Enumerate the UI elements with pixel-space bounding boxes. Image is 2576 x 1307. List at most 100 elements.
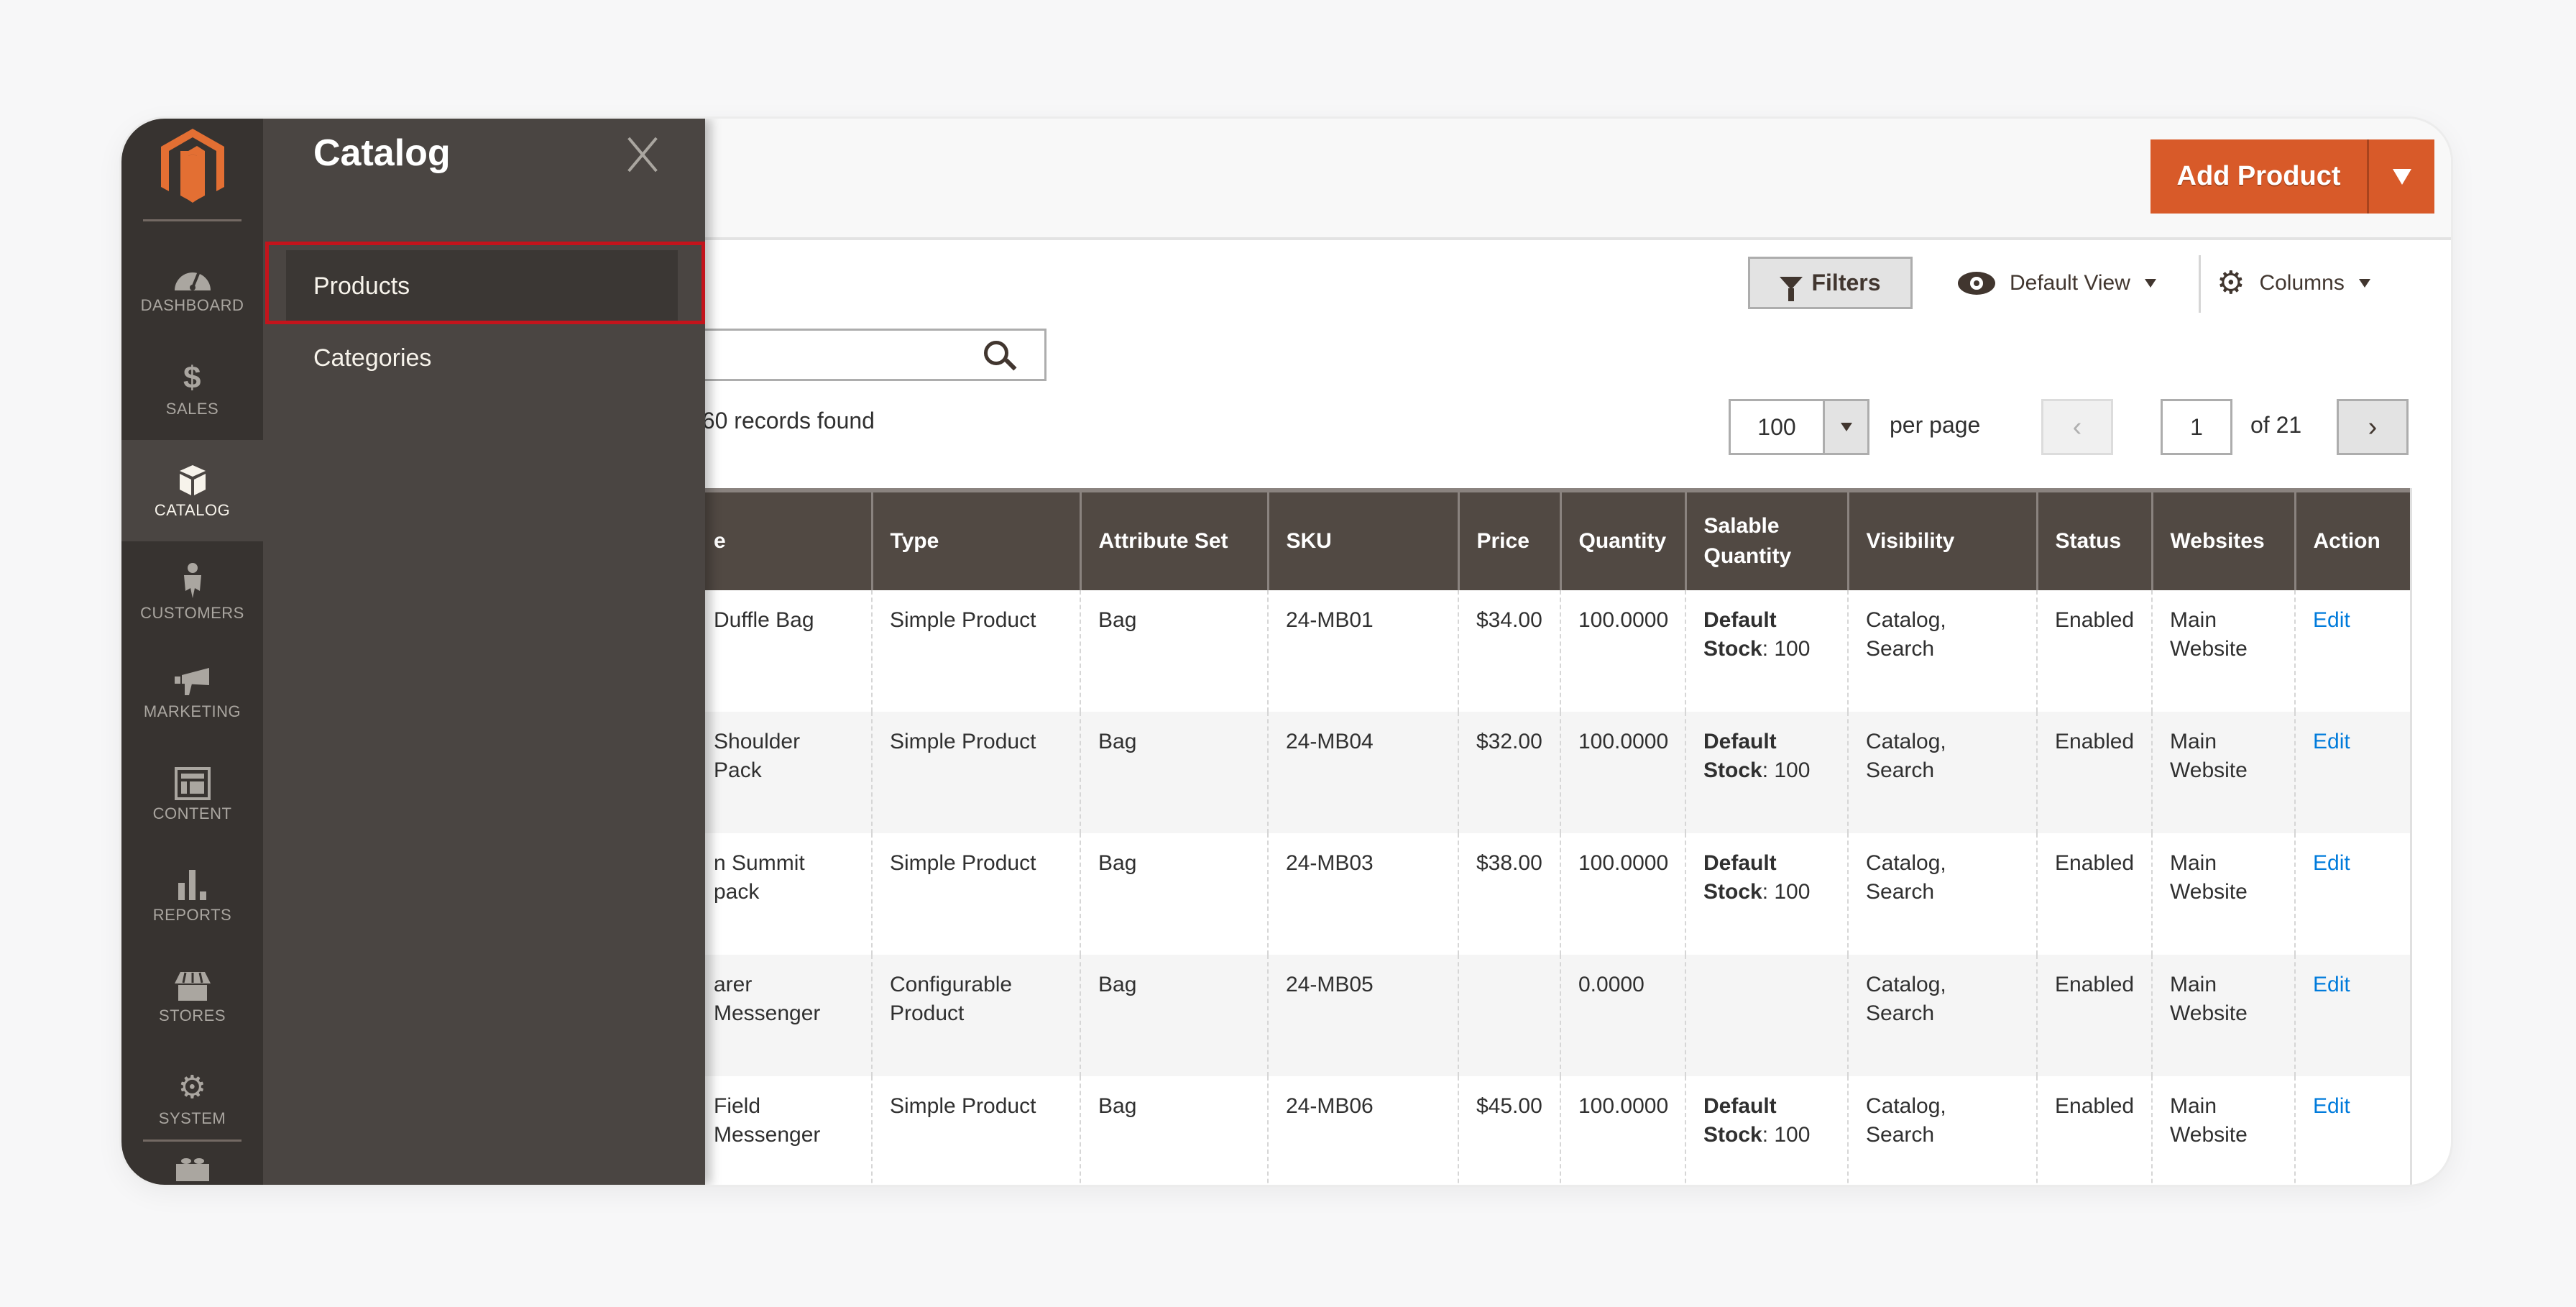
column-header-type[interactable]: Type [870,488,1080,590]
search-icon[interactable] [984,341,1017,372]
cell-quantity: 100.0000 [1560,1076,1685,1185]
columns-dropdown[interactable]: ⚙ Columns [2217,257,2370,309]
cell-attribute-set: Bag [1080,712,1268,833]
cell-sku: 24-MB01 [1267,590,1458,712]
table-row[interactable]: Field Messenger Simple Product Bag 24-MB… [696,1076,2410,1185]
cell-price: $32.00 [1458,712,1560,833]
edit-link[interactable]: Edit [2313,1094,2350,1118]
cell-salable-quantity: Default Stock: 100 [1685,833,1848,955]
table-row[interactable]: arer Messenger Configurable Product Bag … [696,955,2410,1076]
nav-item-label: CONTENT [152,804,232,822]
cell-type: Simple Product [871,833,1080,955]
cell-visibility: Catalog, Search [1847,590,2037,712]
add-product-label[interactable]: Add Product [2150,139,2367,214]
per-page-value[interactable]: 100 [1731,401,1823,453]
next-page-button[interactable]: › [2337,399,2409,455]
eye-icon [1958,271,1995,295]
nav-divider [143,1139,242,1142]
per-page-toggle[interactable] [1823,401,1867,453]
edit-link[interactable]: Edit [2313,730,2350,753]
cell-visibility: Catalog, Search [1847,1076,2037,1185]
cell-price: $38.00 [1458,833,1560,955]
column-header-status[interactable]: Status [2036,488,2152,590]
cell-name: arer Messenger [696,955,872,1076]
caret-down-icon [1840,423,1852,431]
nav-item-marketing[interactable]: MARKETING [121,643,263,744]
column-header-visibility[interactable]: Visibility [1846,488,2037,590]
column-header-price[interactable]: Price [1457,488,1560,590]
edit-link[interactable]: Edit [2313,608,2350,632]
default-view-dropdown[interactable]: Default View [1958,257,2156,309]
cell-action: Edit [2294,833,2410,955]
nav-item-system[interactable]: ⚙ SYSTEM [121,1048,263,1150]
cell-quantity: 100.0000 [1560,590,1685,712]
column-header-name[interactable]: e [696,488,872,590]
filters-button[interactable]: Filters [1748,257,1913,309]
cell-action: Edit [2294,712,2410,833]
previous-page-button[interactable]: ‹ [2041,399,2113,455]
cell-name: Shoulder Pack [696,712,872,833]
nav-item-dashboard[interactable]: DASHBOARD [121,237,263,339]
nav-item-label: MARKETING [143,702,242,720]
nav-item-customers[interactable]: CUSTOMERS [121,541,263,643]
default-view-label: Default View [2010,270,2130,295]
gear-icon: ⚙ [178,1070,207,1105]
cell-name: Field Messenger [714,1094,821,1147]
caret-down-icon [2144,278,2156,288]
nav-item-stores[interactable]: STORES [121,947,263,1048]
cell-salable-quantity: Default Stock: 100 [1685,712,1848,833]
admin-sidebar: DASHBOARD $ SALES CATALOG CUSTOMERS MARK… [121,119,263,1185]
cell-action: Edit [2294,590,2410,712]
table-row[interactable]: Shoulder Pack Simple Product Bag 24-MB04… [696,712,2410,833]
nav-item-label: CATALOG [154,500,231,519]
nav-item-content[interactable]: CONTENT [121,744,263,845]
add-product-dropdown-toggle[interactable] [2367,139,2434,214]
nav-item-reports[interactable]: REPORTS [121,845,263,947]
records-found-count: 060 records found [689,408,875,434]
cell-price: $34.00 [1458,590,1560,712]
total-pages-label: of 21 [2250,412,2302,438]
nav-item-label: SALES [165,399,219,418]
cell-attribute-set: Bag [1080,590,1268,712]
cell-status: Enabled [2036,833,2152,955]
salable-value: : 100 [1762,758,1811,782]
cell-salable-quantity: Default Stock: 100 [1685,590,1848,712]
nav-item-extensions[interactable] [121,1147,263,1185]
per-page-select[interactable]: 100 [1729,399,1869,455]
chevron-left-icon: ‹ [2072,411,2082,442]
table-row[interactable]: Duffle Bag Simple Product Bag 24-MB01 $3… [696,590,2410,712]
close-icon[interactable] [622,134,663,175]
cell-sku: 24-MB03 [1267,833,1458,955]
cell-attribute-set: Bag [1080,1076,1268,1185]
column-header-action: Action [2294,488,2410,590]
cell-websites: Main Website [2151,833,2295,955]
flyout-title: Catalog [313,132,451,174]
flyout-item-categories[interactable]: Categories [286,322,678,394]
megaphone-icon [174,667,209,695]
filter-icon [1780,276,1803,301]
cell-type: Simple Product [871,1076,1080,1185]
table-row[interactable]: n Summit pack Simple Product Bag 24-MB03… [696,833,2410,955]
cell-quantity: 0.0000 [1560,955,1685,1076]
edit-link[interactable]: Edit [2313,851,2350,875]
nav-item-catalog[interactable]: CATALOG [121,440,263,541]
cell-websites: Main Website [2151,955,2295,1076]
column-header-salable-quantity[interactable]: Salable Quantity [1684,488,1848,590]
cell-sku: 24-MB04 [1267,712,1458,833]
add-product-button[interactable]: Add Product [2150,139,2434,214]
cell-websites: Main Website [2151,712,2295,833]
chevron-right-icon: › [2368,411,2378,442]
column-header-quantity[interactable]: Quantity [1559,488,1685,590]
column-header-websites[interactable]: Websites [2150,488,2295,590]
magento-logo[interactable] [157,127,229,206]
current-page-input[interactable]: 1 [2161,399,2232,455]
column-header-sku[interactable]: SKU [1266,488,1458,590]
salable-value: : 100 [1762,637,1811,661]
nav-item-sales[interactable]: $ SALES [121,339,263,440]
edit-link[interactable]: Edit [2313,973,2350,996]
cell-type: Configurable Product [871,955,1080,1076]
box-icon [179,464,206,495]
cell-price: $45.00 [1458,1076,1560,1185]
column-header-attribute-set[interactable]: Attribute Set [1079,488,1268,590]
per-page-label: per page [1890,412,1981,438]
